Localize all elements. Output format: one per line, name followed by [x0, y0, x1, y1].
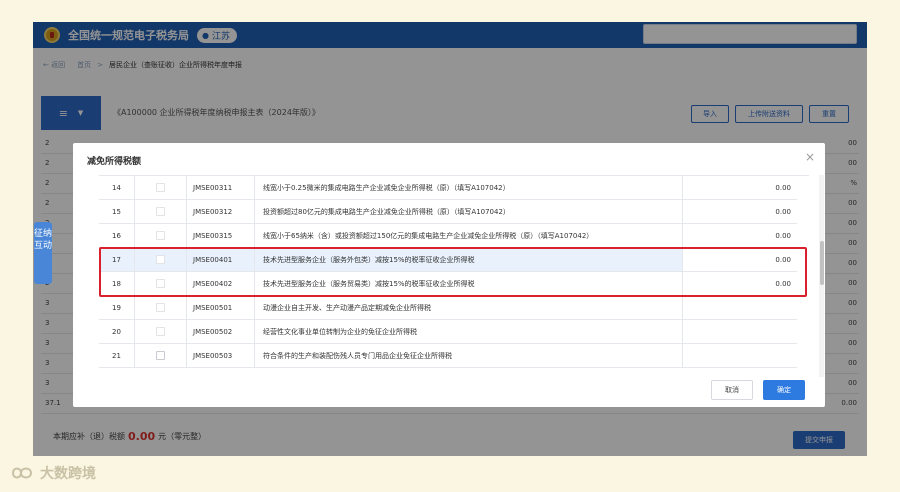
- reduction-code: JMSE00401: [187, 248, 255, 271]
- scrollbar-thumb[interactable]: [820, 241, 824, 285]
- reduction-name: 经营性文化事业单位转制为企业的免征企业所得税: [255, 320, 683, 343]
- row-number: 15: [99, 200, 135, 223]
- row-checkbox[interactable]: [156, 183, 165, 192]
- row-checkbox-cell: [135, 224, 187, 247]
- reduction-code: JMSE00502: [187, 320, 255, 343]
- row-checkbox[interactable]: [156, 351, 165, 360]
- reduction-amount-input[interactable]: 0.00: [683, 176, 797, 199]
- interaction-side-tab[interactable]: 征纳互动: [34, 222, 52, 284]
- row-checkbox-cell: [135, 248, 187, 271]
- row-number: 19: [99, 296, 135, 319]
- reduction-amount-input[interactable]: 0.00: [683, 248, 797, 271]
- reduction-row[interactable]: 20 JMSE00502 经营性文化事业单位转制为企业的免征企业所得税: [99, 320, 797, 344]
- row-number: 17: [99, 248, 135, 271]
- reduction-row[interactable]: 15 JMSE00312 投资额超过80亿元的集成电路生产企业减免企业所得税（原）（…: [99, 200, 797, 224]
- reduction-amount-input[interactable]: [683, 296, 797, 319]
- row-number: 20: [99, 320, 135, 343]
- row-checkbox[interactable]: [156, 255, 165, 264]
- row-checkbox-cell: [135, 320, 187, 343]
- row-checkbox[interactable]: [156, 207, 165, 216]
- reduction-amount-input[interactable]: [683, 320, 797, 343]
- watermark-text: 大数跨境: [40, 466, 96, 482]
- row-checkbox-cell: [135, 344, 187, 367]
- row-checkbox-cell: [135, 296, 187, 319]
- row-number: 18: [99, 272, 135, 295]
- reduction-row[interactable]: 21 JMSE00503 符合条件的生产和装配伤残人员专门用品企业免征企业所得税: [99, 344, 797, 368]
- row-checkbox-cell: [135, 176, 187, 199]
- row-checkbox-cell: [135, 200, 187, 223]
- tax-reduction-dialog: 减免所得税额 × 14 JMSE00311 线宽小于0.25微米的集成电路生产企业减…: [73, 143, 825, 407]
- row-number: 14: [99, 176, 135, 199]
- cancel-button[interactable]: 取消: [711, 380, 753, 400]
- row-checkbox-cell: [135, 272, 187, 295]
- row-checkbox[interactable]: [156, 231, 165, 240]
- row-checkbox[interactable]: [156, 327, 165, 336]
- reduction-name: 投资额超过80亿元的集成电路生产企业减免企业所得税（原）（填写A107042）: [255, 200, 683, 223]
- reduction-code: JMSE00503: [187, 344, 255, 367]
- reduction-row[interactable]: 18 JMSE00402 技术先进型服务企业（服务贸易类）减按15%的税率征收企业所…: [99, 272, 797, 296]
- ok-button[interactable]: 确定: [763, 380, 805, 400]
- reduction-amount-input[interactable]: 0.00: [683, 224, 797, 247]
- reduction-code: JMSE00312: [187, 200, 255, 223]
- reduction-row[interactable]: 17 JMSE00401 技术先进型服务企业（服务外包类）减按15%的税率征收企业所…: [99, 248, 797, 272]
- reduction-amount-input[interactable]: 0.00: [683, 272, 797, 295]
- reduction-name: 线宽小于0.25微米的集成电路生产企业减免企业所得税（原）（填写A107042）: [255, 176, 683, 199]
- reduction-row[interactable]: 14 JMSE00311 线宽小于0.25微米的集成电路生产企业减免企业所得税（原）…: [99, 176, 797, 200]
- reduction-name: 符合条件的生产和装配伤残人员专门用品企业免征企业所得税: [255, 344, 683, 367]
- reduction-code: JMSE00501: [187, 296, 255, 319]
- row-checkbox[interactable]: [156, 303, 165, 312]
- dialog-title: 减免所得税额: [87, 157, 142, 167]
- reduction-row[interactable]: 19 JMSE00501 动漫企业自主开发、生产动漫产品定期减免企业所得税: [99, 296, 797, 320]
- reduction-code: JMSE00311: [187, 176, 255, 199]
- row-checkbox[interactable]: [156, 279, 165, 288]
- reduction-name: 技术先进型服务企业（服务贸易类）减按15%的税率征收企业所得税: [255, 272, 683, 295]
- reduction-name: 线宽小于65纳米（含）或投资额超过150亿元的集成电路生产企业减免企业所得税（原…: [255, 224, 683, 247]
- reduction-amount-input[interactable]: [683, 344, 797, 367]
- reduction-name: 技术先进型服务企业（服务外包类）减按15%的税率征收企业所得税: [255, 248, 683, 271]
- reduction-amount-input[interactable]: 0.00: [683, 200, 797, 223]
- reduction-code: JMSE00402: [187, 272, 255, 295]
- reduction-items-table: 14 JMSE00311 线宽小于0.25微米的集成电路生产企业减免企业所得税（原）…: [99, 175, 809, 377]
- close-icon[interactable]: ×: [805, 150, 815, 164]
- row-number: 16: [99, 224, 135, 247]
- reduction-name: 动漫企业自主开发、生产动漫产品定期减免企业所得税: [255, 296, 683, 319]
- reduction-row[interactable]: 16 JMSE00315 线宽小于65纳米（含）或投资额超过150亿元的集成电路生产…: [99, 224, 797, 248]
- watermark: 大数跨境: [10, 463, 96, 483]
- watermark-logo-icon: [11, 467, 33, 479]
- row-number: 21: [99, 344, 135, 367]
- reduction-code: JMSE00315: [187, 224, 255, 247]
